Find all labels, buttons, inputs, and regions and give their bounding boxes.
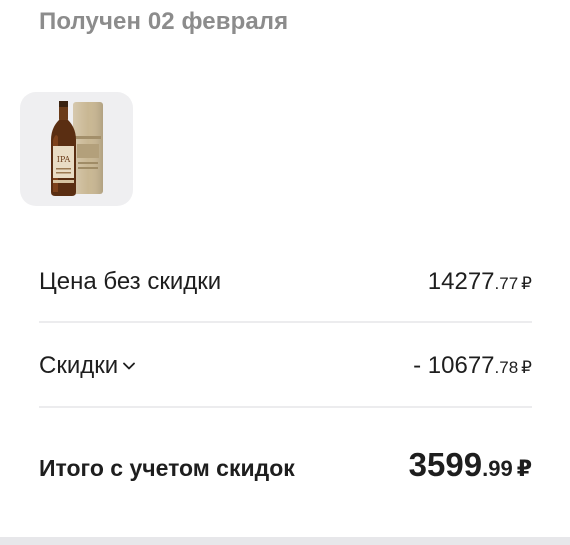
whisky-bottle-icon: IPA [51, 101, 103, 196]
price-value: 14277.77 ₽ [428, 268, 532, 296]
discount-row[interactable]: Скидки - 10677.78 ₽ [39, 352, 532, 380]
divider [39, 406, 532, 408]
price-row: Цена без скидки 14277.77 ₽ [39, 268, 532, 296]
price-label: Цена без скидки [39, 268, 222, 295]
total-dec: .99 [482, 456, 513, 481]
discount-int: - 10677 [413, 352, 495, 379]
product-thumbnail[interactable]: IPA [20, 92, 133, 206]
chevron-down-icon [123, 362, 136, 370]
svg-text:IPA: IPA [57, 155, 71, 164]
bottom-separator [0, 537, 570, 545]
currency-sign: ₽ [516, 456, 532, 481]
total-value: 3599.99 ₽ [409, 446, 532, 484]
total-label: Итого с учетом скидок [39, 455, 295, 481]
currency-sign: ₽ [521, 358, 532, 377]
currency-sign: ₽ [521, 274, 532, 293]
order-status-title: Получен 02 февраля [39, 8, 289, 35]
discount-label: Скидки [39, 352, 119, 379]
total-row: Итого с учетом скидок 3599.99 ₽ [39, 446, 532, 484]
divider [39, 321, 532, 323]
discount-dec: .78 [494, 358, 519, 377]
discount-value: - 10677.78 ₽ [413, 352, 532, 380]
price-int: 14277 [427, 268, 495, 295]
price-dec: .77 [494, 274, 519, 293]
discount-toggle[interactable]: Скидки [39, 352, 136, 380]
total-int: 3599 [408, 446, 483, 483]
order-details-screen: Получен 02 февраля IPA Цена без скидки 1… [0, 0, 570, 545]
